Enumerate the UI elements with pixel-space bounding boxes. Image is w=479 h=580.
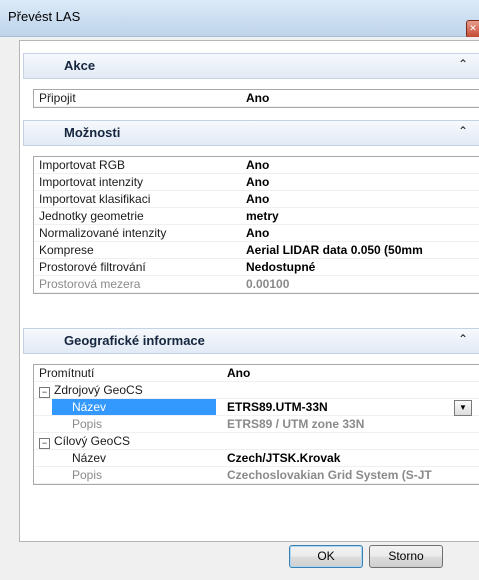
window-title: Převést LAS (8, 9, 81, 24)
property-row-spatial-gap: Prostorová mezera 0.00100 (34, 276, 479, 293)
property-value[interactable]: Ano (246, 191, 479, 207)
property-value[interactable]: Ano (246, 225, 479, 241)
group-title: Cílový GeoCS (54, 434, 131, 448)
property-value[interactable]: Nedostupné (246, 259, 479, 275)
property-row-source-description: Popis ETRS89 / UTM zone 33N (34, 416, 479, 433)
collapse-chevron-icon[interactable]: ⌃ (458, 124, 468, 138)
property-value: Czechoslovakian Grid System (S-JT (227, 468, 432, 482)
property-row-rgb[interactable]: Importovat RGB Ano (34, 157, 479, 174)
property-grid-moznosti: Importovat RGB Ano Importovat intenzity … (33, 156, 479, 294)
section-title: Geografické informace (64, 333, 205, 348)
ok-button[interactable]: OK (289, 545, 363, 568)
section-title: Možnosti (64, 125, 121, 140)
property-label: Importovat klasifikaci (39, 192, 151, 206)
property-grid-geo: Promítnutí Ano − Zdrojový GeoCS Název ETR… (33, 364, 479, 485)
property-label: Prostorové filtrování (39, 260, 146, 274)
property-label: Importovat intenzity (39, 175, 144, 189)
property-value[interactable]: Ano (227, 365, 479, 381)
property-label: Název (72, 451, 107, 465)
property-row-source-name[interactable]: Název ETRS89.UTM-33N ▼ (34, 399, 479, 416)
collapse-chevron-icon[interactable]: ⌃ (458, 332, 468, 346)
section-title: Akce (64, 58, 96, 73)
property-label: Jednotky geometrie (39, 209, 144, 223)
section-header-akce[interactable]: Akce ⌃ (23, 53, 479, 79)
chevron-down-icon: ▼ (459, 403, 467, 412)
property-row-target-description: Popis Czechoslovakian Grid System (S-JT (34, 467, 479, 484)
group-title: Zdrojový GeoCS (54, 383, 143, 397)
property-value: ETRS89 / UTM zone 33N (227, 417, 365, 431)
title-bar: Převést LAS ✕ (0, 0, 479, 38)
property-row-compression[interactable]: Komprese Aerial LIDAR data 0.050 (50mm (34, 242, 479, 259)
dropdown-button[interactable]: ▼ (454, 400, 472, 416)
property-group-label: − Zdrojový GeoCS (39, 382, 207, 398)
property-grid-akce: Připojit Ano (33, 89, 479, 108)
property-group-target-geocs[interactable]: − Cílový GeoCS (34, 433, 479, 450)
property-value[interactable]: Ano (246, 90, 479, 106)
property-value[interactable]: Czech/JTSK.Krovak (227, 450, 479, 466)
property-value[interactable]: metry (246, 208, 479, 224)
property-row-normalized[interactable]: Normalizované intenzity Ano (34, 225, 479, 242)
property-label: Normalizované intenzity (39, 226, 167, 240)
property-row-projection[interactable]: Promítnutí Ano (34, 365, 479, 382)
property-label: Komprese (39, 243, 94, 257)
property-value[interactable]: Ano (246, 174, 479, 190)
property-label: Promítnutí (39, 366, 95, 380)
property-label: Připojit (39, 91, 76, 105)
close-button[interactable]: ✕ (466, 20, 479, 38)
section-header-moznosti[interactable]: Možnosti ⌃ (23, 120, 479, 146)
property-row-target-name[interactable]: Název Czech/JTSK.Krovak (34, 450, 479, 467)
collapse-chevron-icon[interactable]: ⌃ (458, 57, 468, 71)
section-header-geo[interactable]: Geografické informace ⌃ (23, 328, 479, 354)
property-label: Název (52, 399, 216, 415)
property-row-spatial-filter[interactable]: Prostorové filtrování Nedostupné (34, 259, 479, 276)
property-value[interactable]: ETRS89.UTM-33N (227, 399, 479, 415)
property-row-pripojit[interactable]: Připojit Ano (34, 90, 479, 107)
property-group-label: − Cílový GeoCS (39, 433, 207, 449)
property-label: Popis (72, 468, 103, 482)
close-icon: ✕ (469, 23, 477, 33)
collapse-icon[interactable]: − (39, 387, 50, 398)
property-value[interactable]: Aerial LIDAR data 0.050 (50mm (246, 242, 479, 258)
property-label: Popis (72, 417, 103, 431)
property-label: Importovat RGB (39, 158, 126, 172)
property-group-source-geocs[interactable]: − Zdrojový GeoCS (34, 382, 479, 399)
collapse-icon[interactable]: − (39, 438, 50, 449)
cancel-button[interactable]: Storno (369, 545, 443, 568)
property-row-classification[interactable]: Importovat klasifikaci Ano (34, 191, 479, 208)
property-label: Prostorová mezera (39, 277, 141, 291)
property-row-intensity[interactable]: Importovat intenzity Ano (34, 174, 479, 191)
property-value[interactable]: Ano (246, 157, 479, 173)
property-row-units[interactable]: Jednotky geometrie metry (34, 208, 479, 225)
property-value: 0.00100 (246, 277, 290, 291)
property-panel: Akce ⌃ Připojit Ano Možnosti ⌃ Importova… (19, 40, 479, 542)
